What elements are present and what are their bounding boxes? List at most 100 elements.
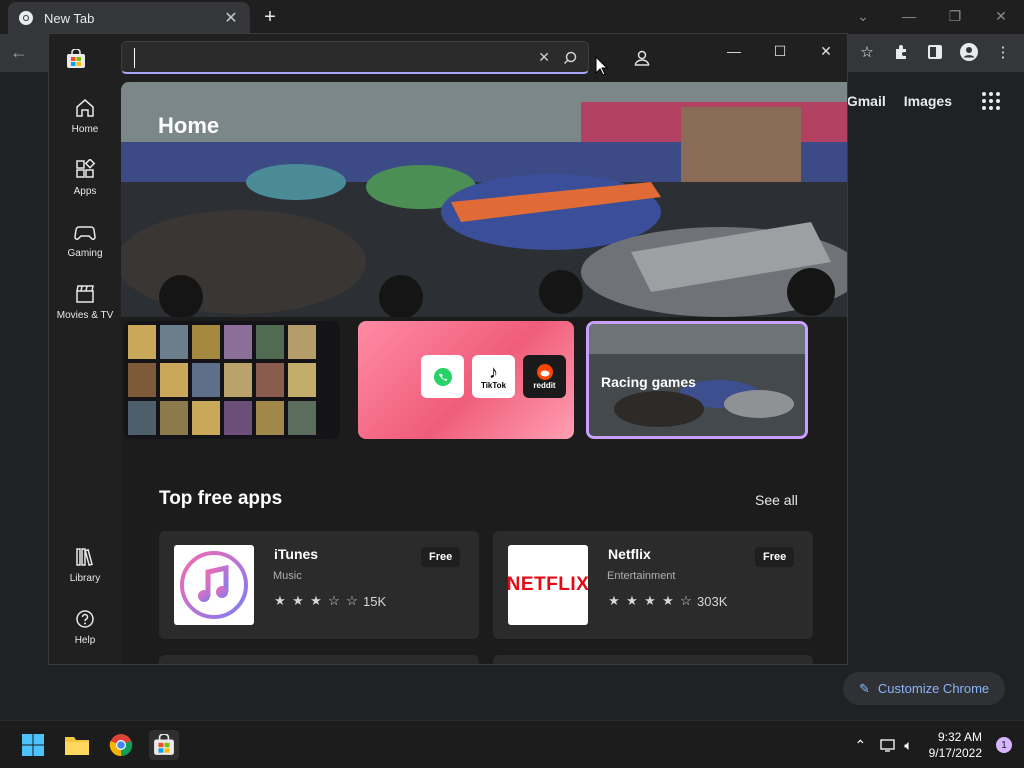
store-taskbar-icon[interactable]: [149, 730, 179, 760]
racing-games-label: Racing games: [601, 374, 696, 390]
apps-icon: [76, 159, 96, 178]
home-icon: [76, 99, 94, 117]
rating-count: 15K: [363, 593, 387, 609]
clear-search-icon[interactable]: ✕: [538, 49, 550, 66]
racing-cars-illustration: [121, 82, 847, 317]
show-hidden-icons-chevron-icon[interactable]: ⌃: [854, 737, 866, 754]
store-minimize-icon[interactable]: —: [711, 34, 757, 68]
nav-gaming[interactable]: Gaming: [49, 212, 121, 268]
clock[interactable]: 9:32 AM 9/17/2022: [929, 729, 982, 761]
reddit-tile: reddit: [523, 355, 566, 398]
app-name: Netflix: [608, 546, 651, 562]
file-explorer-icon[interactable]: [62, 730, 92, 760]
store-titlebar: ✕ — ☐ ✕: [49, 34, 847, 82]
chrome-taskbar-icon[interactable]: [106, 730, 136, 760]
app-category: Music: [273, 570, 302, 582]
pencil-icon: ✎: [859, 680, 870, 696]
star-filled-icon: ★: [608, 593, 620, 608]
top-free-apps-heading: Top free apps: [159, 488, 283, 509]
side-panel-icon[interactable]: [924, 41, 946, 63]
netflix-logo-text: NETFLIX: [506, 574, 590, 595]
store-search-input[interactable]: [134, 48, 524, 68]
price-badge: Free: [421, 547, 461, 567]
account-icon[interactable]: [632, 48, 652, 68]
back-arrow-icon[interactable]: ←: [10, 42, 28, 63]
tiktok-tile: ♪ TikTok: [472, 355, 515, 398]
microsoft-store-window: ✕ — ☐ ✕ Home Apps Gaming Movies & TV Lib…: [48, 33, 848, 665]
nav-home[interactable]: Home: [49, 88, 121, 144]
store-window-controls: — ☐ ✕: [711, 34, 847, 68]
star-filled-icon: ★: [626, 593, 638, 608]
reddit-label: reddit: [533, 381, 556, 390]
network-icon[interactable]: [880, 737, 896, 753]
app-card-partial[interactable]: [493, 655, 813, 664]
app-card-partial[interactable]: [159, 655, 479, 664]
tab-title: New Tab: [44, 10, 95, 26]
chrome-favicon-icon: [19, 11, 33, 25]
google-apps-grid-icon[interactable]: [982, 92, 1000, 110]
star-filled-icon: ★: [662, 593, 674, 608]
nav-help[interactable]: Help: [49, 599, 121, 655]
app-card-itunes[interactable]: iTunes Music ★ ★ ★ ☆ ☆ 15K Free: [159, 531, 479, 639]
app-rating: ★ ★ ★ ☆ ☆ 15K: [273, 593, 386, 609]
nav-apps[interactable]: Apps: [49, 150, 121, 206]
netflix-icon: NETFLIX: [506, 545, 590, 625]
tab-search-chevron-icon[interactable]: ⌄: [840, 0, 886, 32]
star-empty-icon: ☆: [346, 593, 358, 608]
tab-new-tab[interactable]: New Tab ✕: [8, 2, 250, 34]
store-close-icon[interactable]: ✕: [803, 34, 847, 68]
notification-badge[interactable]: 1: [996, 737, 1012, 753]
store-maximize-icon[interactable]: ☐: [757, 34, 803, 68]
library-icon: [76, 548, 93, 567]
system-tray: ⌃ 🔈︎ 9:32 AM 9/17/2022 1: [854, 721, 1024, 768]
itunes-icon: [174, 545, 254, 625]
minimize-icon[interactable]: —: [886, 0, 932, 32]
nav-movies-tv[interactable]: Movies & TV: [49, 274, 121, 330]
rating-count: 303K: [697, 593, 728, 609]
tiktok-note-icon: ♪: [489, 362, 498, 382]
start-windows-icon[interactable]: [18, 730, 48, 760]
app-card-netflix[interactable]: NETFLIX Netflix Entertainment ★ ★ ★ ★ ☆ …: [493, 531, 813, 639]
star-empty-icon: ☆: [680, 593, 692, 608]
new-tab-plus-icon[interactable]: +: [258, 6, 282, 29]
chrome-toolbar-actions: ☆ ⋮: [856, 41, 1014, 63]
gamepad-icon: [74, 226, 96, 240]
restore-icon[interactable]: ❐: [932, 0, 978, 32]
clapperboard-icon: [76, 285, 94, 303]
store-search-box[interactable]: ✕: [121, 41, 589, 74]
nav-gaming-label: Gaming: [67, 248, 103, 259]
close-icon[interactable]: ✕: [978, 0, 1024, 32]
app-rating: ★ ★ ★ ★ ☆ 303K: [607, 593, 727, 609]
clock-time: 9:32 AM: [937, 730, 982, 744]
nav-apps-label: Apps: [73, 186, 97, 197]
store-main-content: Home ♪ TikTok reddit Racing games Top fr…: [121, 82, 847, 664]
racing-games-tile[interactable]: Racing games: [586, 321, 808, 439]
chrome-window-controls: ⌄ — ❐ ✕: [840, 0, 1024, 32]
images-link[interactable]: Images: [904, 93, 952, 109]
see-all-link[interactable]: See all: [755, 492, 798, 508]
bookmark-star-icon[interactable]: ☆: [856, 41, 878, 63]
gmail-link[interactable]: Gmail: [847, 93, 886, 109]
extensions-puzzle-icon[interactable]: [890, 41, 912, 63]
nav-library[interactable]: Library: [49, 537, 121, 593]
search-icon[interactable]: [562, 50, 578, 66]
tiktok-label: TikTok: [480, 381, 507, 390]
customize-chrome-button[interactable]: ✎ Customize Chrome: [843, 672, 1006, 705]
games-collection-tile[interactable]: [124, 321, 340, 439]
nav-library-label: Library: [69, 573, 101, 584]
mouse-cursor-icon: [595, 56, 609, 76]
star-filled-icon: ★: [644, 593, 656, 608]
profile-avatar-icon[interactable]: [958, 41, 980, 63]
volume-icon[interactable]: 🔈︎: [904, 737, 912, 754]
customize-chrome-label: Customize Chrome: [877, 681, 990, 696]
apps-collection-tile[interactable]: ♪ TikTok reddit: [358, 321, 574, 439]
home-hero-banner[interactable]: Home: [121, 82, 847, 317]
chrome-menu-icon[interactable]: ⋮: [992, 41, 1014, 63]
star-filled-icon: ★: [274, 593, 286, 608]
ntp-top-links: Gmail Images: [847, 92, 1000, 110]
tab-close-icon[interactable]: ✕: [222, 8, 240, 28]
nav-help-label: Help: [74, 635, 96, 646]
star-empty-icon: ☆: [328, 593, 340, 608]
store-logo-icon: [67, 49, 85, 68]
whatsapp-icon: [433, 367, 452, 386]
